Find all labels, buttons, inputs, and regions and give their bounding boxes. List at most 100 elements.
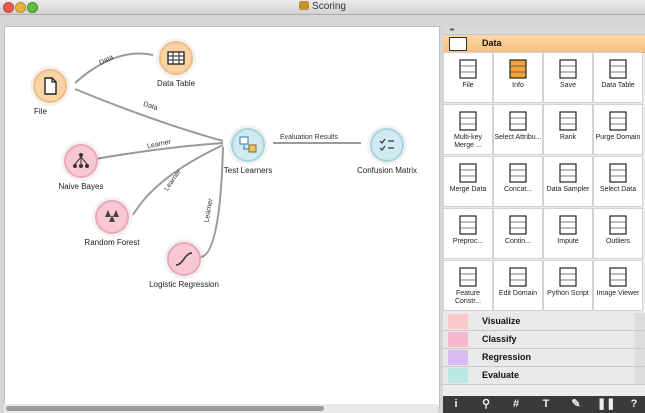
category-visualize-expander[interactable] <box>635 313 645 330</box>
widget-tile-label: Info <box>512 82 524 89</box>
visualize-scatter-icon <box>448 314 468 329</box>
widget-tile-label: Data Table <box>601 82 635 89</box>
category-classify-label: Classify <box>482 334 517 344</box>
select-data-icon <box>607 162 629 184</box>
category-data-label: Data <box>482 38 502 48</box>
text-icon[interactable]: T <box>537 398 555 411</box>
confusion-matrix-widget-circle <box>370 128 404 162</box>
logistic-curve-icon <box>175 252 193 266</box>
widget-tile[interactable]: Data Sampler <box>543 156 593 207</box>
info-icon <box>507 58 529 80</box>
widget-tile-label: Rank <box>559 134 577 141</box>
edit-domain-icon <box>507 266 529 288</box>
widget-tile[interactable]: File <box>443 52 493 103</box>
widget-tile-label: Edit Domain <box>498 290 538 297</box>
workflow-canvas[interactable]: Data Data Learner Learner Learner Evalua… <box>4 26 440 408</box>
widget-tile[interactable]: Rank <box>543 104 593 155</box>
test-learners-widget-circle <box>231 128 265 162</box>
widget-tile-label: Impute <box>557 238 579 245</box>
document-icon <box>299 1 310 10</box>
data-sampler-icon <box>557 162 579 184</box>
widget-tile[interactable]: Contin... <box>493 208 543 259</box>
widget-tile[interactable]: Purge Domain <box>593 104 643 155</box>
widget-tile[interactable]: Image Viewer <box>593 260 643 311</box>
node-data-table[interactable]: Data Table <box>116 41 236 88</box>
canvas-horizontal-scrollbar[interactable] <box>4 404 438 413</box>
category-evaluate-expander[interactable] <box>635 367 645 384</box>
node-file-label: File <box>34 107 47 116</box>
node-naive-bayes-label: Naive Bayes <box>58 182 104 191</box>
data-table-widget-circle <box>159 41 193 75</box>
node-test-learners[interactable]: Test Learners <box>188 128 308 175</box>
node-confusion-matrix-label: Confusion Matrix <box>356 166 418 175</box>
category-classify[interactable]: Classify <box>443 331 645 349</box>
widget-toolbox: ◂▸ Data File Info Save Data Table Multi-key … <box>443 26 645 413</box>
node-logistic-regression[interactable]: Logistic Regression <box>124 242 244 289</box>
window-title: Scoring <box>0 1 645 12</box>
widget-tile[interactable]: Select Data <box>593 156 643 207</box>
widget-tile-label: Data Sampler <box>546 186 590 193</box>
help-icon[interactable]: ? <box>625 398 643 411</box>
file-icon <box>44 77 57 95</box>
toolbox-grip[interactable]: ◂▸ <box>443 26 645 35</box>
category-regression[interactable]: Regression <box>443 349 645 367</box>
widget-tile-label: Concat... <box>503 186 532 193</box>
widget-tile[interactable]: Concat... <box>493 156 543 207</box>
category-visualize[interactable]: Visualize <box>443 313 645 331</box>
node-file[interactable]: File <box>0 69 110 116</box>
data-table-icon <box>607 58 629 80</box>
node-random-forest[interactable]: Random Forest <box>52 200 172 247</box>
regression-points-icon <box>448 350 468 365</box>
logistic-regression-widget-circle <box>167 242 201 276</box>
widget-tile[interactable]: Impute <box>543 208 593 259</box>
test-learners-icon <box>239 136 257 153</box>
naive-bayes-widget-circle <box>64 144 98 178</box>
merge-icon <box>457 110 479 132</box>
rank-icon <box>557 110 579 132</box>
widget-tile-label: Purge Domain <box>595 134 641 141</box>
merge-data-icon <box>457 162 479 184</box>
select-attributes-icon <box>507 110 529 132</box>
preprocess-icon <box>457 214 479 236</box>
category-classify-expander[interactable] <box>635 331 645 348</box>
widget-tile[interactable]: Select Attribu... <box>493 104 543 155</box>
node-confusion-matrix[interactable]: Confusion Matrix <box>327 128 447 175</box>
window-titlebar: Scoring <box>0 0 645 15</box>
category-evaluate-label: Evaluate <box>482 370 520 380</box>
scrollbar-thumb[interactable] <box>6 406 324 411</box>
pencil-icon[interactable]: ✎ <box>567 398 585 411</box>
save-icon <box>557 58 579 80</box>
pause-icon[interactable]: ❚❚ <box>597 398 615 411</box>
impute-icon <box>557 214 579 236</box>
widget-tile[interactable]: Merge Data <box>443 156 493 207</box>
node-naive-bayes[interactable]: Naive Bayes <box>21 144 141 191</box>
widget-tile-label: Contin... <box>504 238 532 245</box>
category-evaluate[interactable]: Evaluate <box>443 367 645 385</box>
table-icon <box>167 51 185 65</box>
widget-tile[interactable]: Python Script <box>543 260 593 311</box>
widget-tile[interactable]: Preproc... <box>443 208 493 259</box>
file-widget-circle <box>33 69 67 103</box>
widget-tile[interactable]: Data Table <box>593 52 643 103</box>
outliers-icon <box>607 214 629 236</box>
widget-tile-label: Outliers <box>605 238 631 245</box>
widget-tile[interactable]: Multi-key Merge ... <box>443 104 493 155</box>
widget-tile[interactable]: Save <box>543 52 593 103</box>
widget-tile-label: Image Viewer <box>596 290 640 297</box>
file-icon <box>457 58 479 80</box>
info-icon[interactable]: i <box>447 398 465 411</box>
widget-tile[interactable]: Edit Domain <box>493 260 543 311</box>
widget-tile[interactable]: Outliers <box>593 208 643 259</box>
category-regression-expander[interactable] <box>635 349 645 366</box>
feature-constructor-icon <box>457 266 479 288</box>
category-data-header[interactable]: Data <box>443 35 645 53</box>
hash-icon[interactable]: # <box>507 398 525 411</box>
widget-tile-label: File <box>462 82 474 89</box>
naive-bayes-icon <box>73 153 89 168</box>
widget-tile-label: Select Data <box>599 186 637 193</box>
widget-tile[interactable]: Info <box>493 52 543 103</box>
widget-tile-label: Save <box>560 82 576 89</box>
classify-tree-icon <box>448 332 468 347</box>
search-icon[interactable]: ⚲ <box>477 398 495 411</box>
widget-tile[interactable]: Feature Constr... <box>443 260 493 311</box>
